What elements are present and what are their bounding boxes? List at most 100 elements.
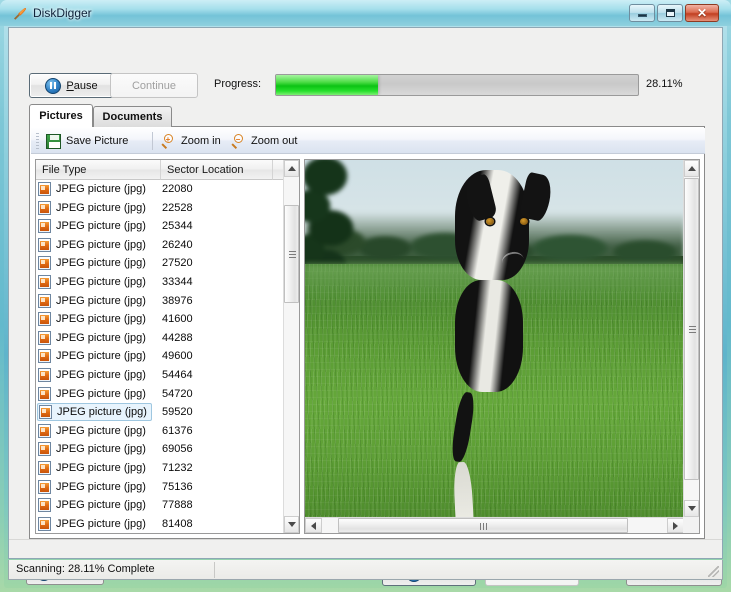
sector-location-cell: 81408 (162, 517, 193, 530)
jpeg-file-icon (38, 219, 51, 234)
file-type-cell: JPEG picture (jpg) (37, 329, 150, 347)
chevron-up-icon (287, 166, 296, 171)
jpeg-file-icon (38, 442, 51, 457)
table-row[interactable]: JPEG picture (jpg) 77888 (36, 496, 285, 515)
found-files-list[interactable]: File Type Sector Location JPEG picture (… (35, 159, 300, 534)
table-row[interactable]: JPEG picture (jpg) 27520 (36, 254, 285, 273)
table-row[interactable]: JPEG picture (jpg) 25344 (36, 217, 285, 236)
sector-location-cell: 77888 (162, 499, 193, 512)
sector-location-cell: 38976 (162, 294, 193, 307)
tab-strip: Documents Pictures (29, 104, 705, 127)
pause-label: ause (73, 79, 98, 92)
tab-pictures[interactable]: Pictures (29, 104, 93, 127)
image-preview-panel[interactable] (304, 159, 700, 534)
window-glass-frame: DiskDigger ✕ Pause Continue Progress: 28… (0, 0, 731, 592)
pictures-tab-page: Save Picture + Zoom in − Zoom out File T… (29, 126, 705, 539)
file-type-label: JPEG picture (jpg) (56, 480, 146, 493)
window-title: DiskDigger (33, 6, 92, 20)
column-header-file-type-label: File Type (42, 163, 87, 176)
list-scroll-up-button[interactable] (284, 160, 299, 177)
table-row[interactable]: JPEG picture (jpg) 22528 (36, 199, 285, 218)
pause-button[interactable]: Pause (29, 73, 114, 98)
minimize-icon (630, 5, 654, 21)
image-scroll-left-button[interactable] (305, 518, 322, 533)
jpeg-file-icon (38, 498, 51, 513)
chevron-down-icon (687, 506, 696, 511)
table-row[interactable]: JPEG picture (jpg) 22080 (36, 180, 285, 199)
image-scroll-down-button[interactable] (684, 500, 699, 517)
scrollbar-grip-icon (289, 251, 296, 258)
table-row[interactable]: JPEG picture (jpg) 26240 (36, 236, 285, 255)
file-type-label: JPEG picture (jpg) (56, 238, 146, 251)
list-vertical-scrollbar[interactable] (283, 160, 299, 533)
toolbar-separator (152, 132, 153, 150)
column-header-file-type[interactable]: File Type (36, 160, 161, 180)
zoom-in-button[interactable]: + Zoom in (161, 131, 221, 151)
title-bar[interactable]: DiskDigger ✕ (0, 0, 731, 26)
dog-body (455, 280, 523, 392)
pause-accel-letter: P (66, 79, 74, 92)
file-type-cell: JPEG picture (jpg) (37, 347, 150, 365)
resize-grip-icon[interactable] (708, 566, 719, 577)
jpeg-file-icon (38, 330, 51, 345)
jpeg-file-icon (38, 386, 51, 401)
close-icon: ✕ (696, 6, 708, 20)
file-type-cell: JPEG picture (jpg) (37, 515, 150, 533)
toolbar-grip[interactable] (36, 133, 39, 149)
table-row[interactable]: JPEG picture (jpg) 75136 (36, 478, 285, 497)
tab-documents-label: Documents (102, 111, 163, 123)
table-row[interactable]: JPEG picture (jpg) 59520 (36, 403, 285, 422)
table-row[interactable]: JPEG picture (jpg) 54720 (36, 385, 285, 404)
chevron-down-icon (287, 522, 296, 527)
minimize-button[interactable] (629, 4, 655, 22)
jpeg-file-icon (39, 405, 52, 420)
sector-location-cell: 22528 (162, 201, 193, 214)
image-vscrollbar-thumb[interactable] (684, 178, 699, 480)
table-row[interactable]: JPEG picture (jpg) 49600 (36, 347, 285, 366)
image-horizontal-scrollbar[interactable] (305, 517, 684, 533)
status-separator (214, 562, 215, 578)
image-scroll-right-button[interactable] (667, 518, 684, 533)
save-picture-button[interactable]: Save Picture (46, 131, 128, 151)
table-row[interactable]: JPEG picture (jpg) 61376 (36, 422, 285, 441)
close-button[interactable]: ✕ (685, 4, 719, 22)
image-vertical-scrollbar[interactable] (683, 160, 699, 517)
floppy-save-icon (46, 133, 61, 149)
list-scroll-down-button[interactable] (284, 516, 299, 533)
jpeg-file-icon (38, 274, 51, 289)
table-row[interactable]: JPEG picture (jpg) 54464 (36, 366, 285, 385)
progress-bar (275, 74, 639, 96)
jpeg-file-icon (38, 293, 51, 308)
file-type-cell: JPEG picture (jpg) (37, 403, 152, 422)
sector-location-cell: 22080 (162, 183, 193, 195)
recovered-photo[interactable] (305, 160, 684, 517)
dog-rear-leg (452, 461, 476, 517)
zoom-out-button[interactable]: − Zoom out (231, 131, 297, 151)
image-scroll-up-button[interactable] (684, 160, 699, 177)
tab-documents[interactable]: Documents (93, 106, 172, 127)
list-scrollbar-thumb[interactable] (284, 205, 299, 303)
jpeg-file-icon (38, 256, 51, 271)
table-row[interactable]: JPEG picture (jpg) 33344 (36, 273, 285, 292)
tab-pictures-label: Pictures (39, 110, 83, 122)
table-row[interactable]: JPEG picture (jpg) 81408 (36, 515, 285, 533)
file-type-label: JPEG picture (jpg) (56, 461, 146, 474)
status-bar: Scanning: 28.11% Complete (8, 560, 723, 580)
table-row[interactable]: JPEG picture (jpg) 71232 (36, 459, 285, 478)
maximize-button[interactable] (657, 4, 683, 22)
table-row[interactable]: JPEG picture (jpg) 84864 (36, 533, 285, 534)
file-type-label: JPEG picture (jpg) (56, 350, 146, 363)
sector-location-cell: 54464 (162, 368, 193, 381)
sector-location-cell: 54720 (162, 387, 193, 400)
sector-location-cell: 26240 (162, 238, 193, 251)
file-type-label: JPEG picture (jpg) (56, 220, 146, 233)
progress-bar-fill (276, 75, 378, 95)
image-hscrollbar-thumb[interactable] (338, 518, 628, 533)
table-row[interactable]: JPEG picture (jpg) 69056 (36, 440, 285, 459)
column-header-sector-location[interactable]: Sector Location (161, 160, 273, 180)
continue-button[interactable]: Continue (110, 73, 198, 98)
table-row[interactable]: JPEG picture (jpg) 38976 (36, 292, 285, 311)
table-row[interactable]: JPEG picture (jpg) 44288 (36, 329, 285, 348)
table-row[interactable]: JPEG picture (jpg) 41600 (36, 310, 285, 329)
sector-location-cell: 75136 (162, 480, 193, 493)
